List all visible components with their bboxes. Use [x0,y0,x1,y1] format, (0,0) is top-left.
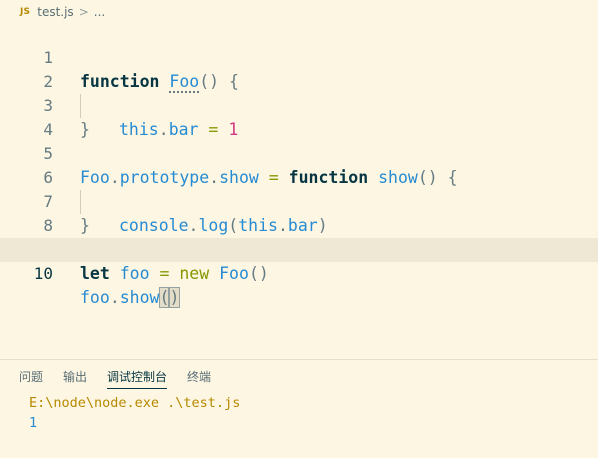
keyword-token: new [179,264,210,283]
tab-terminal[interactable]: 终端 [187,370,211,388]
js-file-icon: JS [20,7,31,17]
code-line-current[interactable]: 10 foo.show() [0,238,598,308]
method-token: show [119,288,160,307]
code-content[interactable]: foo.show() [80,286,181,310]
code-line[interactable]: 8 [0,190,598,235]
console-line-command: E:\node\node.exe .\test.js [29,395,241,411]
bracket-match-close: ) [168,287,181,308]
panel-tabs: 问题 输出 调试控制台 终端 [19,370,231,390]
code-line[interactable]: 4 [0,94,598,139]
line-number: 10 [33,264,53,283]
tab-problems[interactable]: 问题 [19,370,43,388]
chevron-right-icon: > [78,5,89,19]
breadcrumb-filename[interactable]: test.js [37,5,73,19]
variable-token: foo [80,288,110,307]
console-line-output: 1 [29,415,38,431]
breadcrumb-more[interactable]: ... [94,5,105,19]
code-line[interactable]: 5 Foo.prototype.show = function show() { [0,118,598,187]
bracket-match-open: ( [158,287,171,308]
variable-token: foo [119,264,150,283]
code-line[interactable]: 7 } [0,166,598,235]
code-line[interactable]: 1 function Foo() { [0,22,598,93]
code-editor[interactable]: 1 function Foo() { 2 this.bar = 1 3 } 4 … [0,22,598,308]
code-content[interactable]: let foo = new Foo() [80,262,269,286]
class-token: Foo [219,264,249,283]
keyword-token: let [80,264,110,283]
paren-token: () [248,264,269,283]
tab-output[interactable]: 输出 [63,370,87,388]
tab-debug-console[interactable]: 调试控制台 [107,370,168,389]
code-line[interactable]: 9 let foo = new Foo() [0,214,598,283]
code-line[interactable]: 2 this.bar = 1 [0,46,598,139]
operator-token: = [149,264,180,283]
breadcrumb: JS test.js > ... [20,3,105,21]
dot-token: . [109,288,120,307]
code-line[interactable]: 6 console.log(this.bar) [0,142,598,235]
panel-divider[interactable] [0,359,598,360]
debug-console-output[interactable]: E:\node\node.exe .\test.js 1 [29,393,240,433]
code-line[interactable]: 3 } [0,70,598,139]
